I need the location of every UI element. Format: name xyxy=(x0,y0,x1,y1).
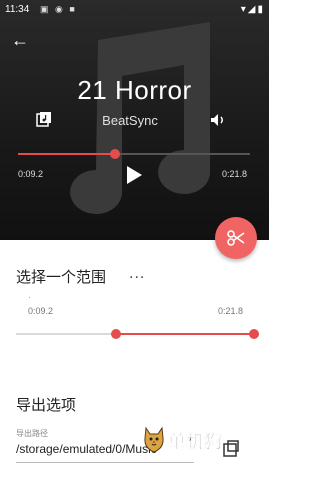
range-slider[interactable] xyxy=(16,329,259,339)
range-end-label: 0:21.8 xyxy=(217,306,243,316)
range-end-thumb[interactable] xyxy=(249,329,259,339)
current-time: 0:09.2 xyxy=(18,169,44,179)
export-path-underline xyxy=(16,462,194,463)
cut-button[interactable] xyxy=(215,217,257,259)
player-header: 11:34 ▣ ◉ ■ ▾◢▮ ← 21 Horror BeatSync 0:0… xyxy=(0,0,269,240)
playback-seekbar[interactable] xyxy=(18,149,250,159)
scissors-icon xyxy=(227,230,245,246)
range-marker: · xyxy=(28,292,31,302)
export-path-field[interactable]: /storage/emulated/0/Music xyxy=(16,442,157,456)
range-start-label: 0:09.2 xyxy=(28,306,54,316)
export-path-label: 导出路径 xyxy=(16,429,48,438)
dog-logo-icon xyxy=(144,426,164,453)
export-section-title: 导出选项 xyxy=(16,397,77,414)
total-time: 0:21.8 xyxy=(221,169,247,179)
range-selected xyxy=(115,333,254,335)
system-icons: ▾◢▮ xyxy=(240,4,265,15)
volume-icon[interactable] xyxy=(209,111,227,129)
range-start-thumb[interactable] xyxy=(110,329,121,339)
status-bar: 11:34 ▣ ◉ ■ ▾◢▮ xyxy=(0,0,269,20)
range-section-title: 选择一个范围 xyxy=(16,269,107,286)
notification-icons: ▣ ◉ ■ xyxy=(40,4,77,14)
seekbar-progress xyxy=(18,153,116,155)
watermark-text: 单机狗 xyxy=(168,432,223,453)
watermark: 单机狗 xyxy=(142,426,242,458)
more-options-button[interactable]: ... xyxy=(129,265,145,283)
play-icon[interactable] xyxy=(122,164,144,186)
status-time: 11:34 xyxy=(5,4,30,15)
track-title: 21 Horror xyxy=(77,75,192,105)
back-arrow-icon[interactable]: ← xyxy=(10,30,30,50)
